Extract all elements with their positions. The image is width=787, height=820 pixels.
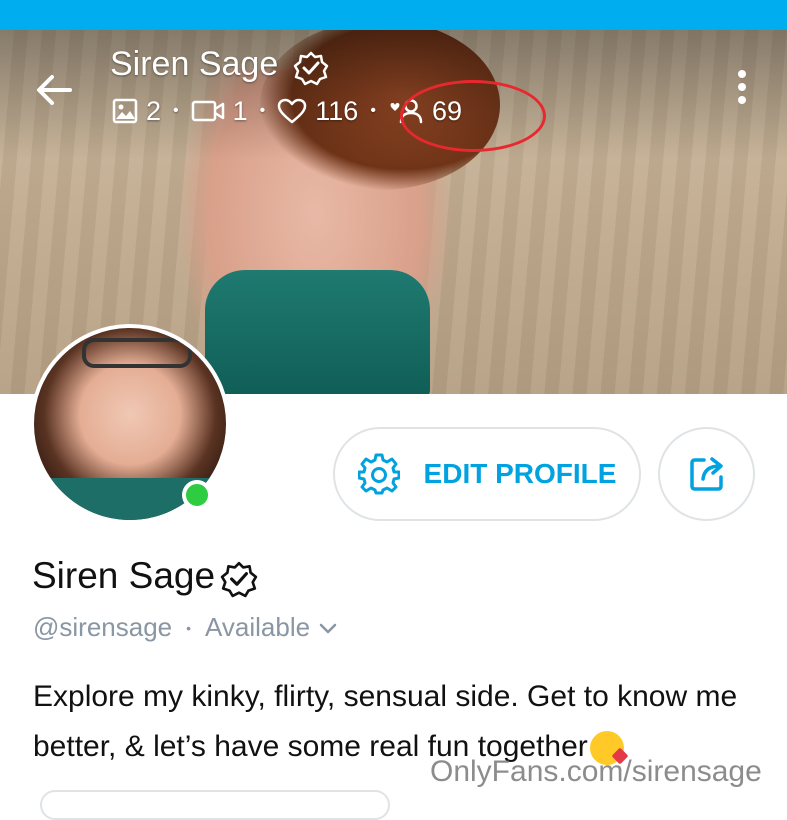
stat-photos[interactable]: 2 <box>112 96 161 127</box>
back-arrow-icon <box>37 75 72 105</box>
handle-separator: • <box>186 619 192 636</box>
bio-text: Explore my kinky, flirty, sensual side. … <box>33 680 738 763</box>
heart-icon <box>278 98 307 124</box>
handle-row: @sirensage • Available <box>33 612 338 643</box>
back-button[interactable] <box>34 70 74 110</box>
cover-garment <box>205 270 430 394</box>
header-title: Siren Sage <box>110 45 279 83</box>
watermark: OnlyFans.com/sirensage <box>430 755 762 788</box>
stat-videos-count: 1 <box>232 95 248 126</box>
annotation-circle <box>400 80 546 152</box>
online-status-indicator <box>182 480 212 510</box>
stat-likes-count: 116 <box>315 95 359 126</box>
stat-separator: • <box>370 102 376 119</box>
availability-dropdown[interactable]: Available <box>205 612 338 643</box>
verified-icon <box>293 51 329 86</box>
share-icon <box>689 457 723 491</box>
image-icon <box>112 98 138 124</box>
stat-separator: • <box>173 102 179 119</box>
status-bar <box>0 0 787 30</box>
availability-label: Available <box>205 612 311 642</box>
stat-photos-count: 2 <box>146 95 162 126</box>
subscription-button[interactable] <box>40 790 390 820</box>
share-button[interactable] <box>658 427 755 521</box>
profile-handle: @sirensage <box>33 612 173 642</box>
avatar-glasses <box>82 338 192 368</box>
stat-likes[interactable]: 116 <box>277 96 358 127</box>
more-vertical-icon <box>738 70 746 104</box>
profile-name: Siren Sage <box>32 555 216 596</box>
more-options-button[interactable] <box>732 68 752 108</box>
edit-profile-button[interactable]: EDIT PROFILE <box>333 427 641 521</box>
verified-icon <box>220 561 258 598</box>
chevron-down-icon <box>319 623 337 633</box>
video-icon <box>191 100 224 122</box>
edit-profile-label: EDIT PROFILE <box>423 458 617 489</box>
gear-icon <box>357 453 400 495</box>
stat-separator: • <box>259 102 266 119</box>
stat-videos[interactable]: 1 <box>191 96 248 127</box>
